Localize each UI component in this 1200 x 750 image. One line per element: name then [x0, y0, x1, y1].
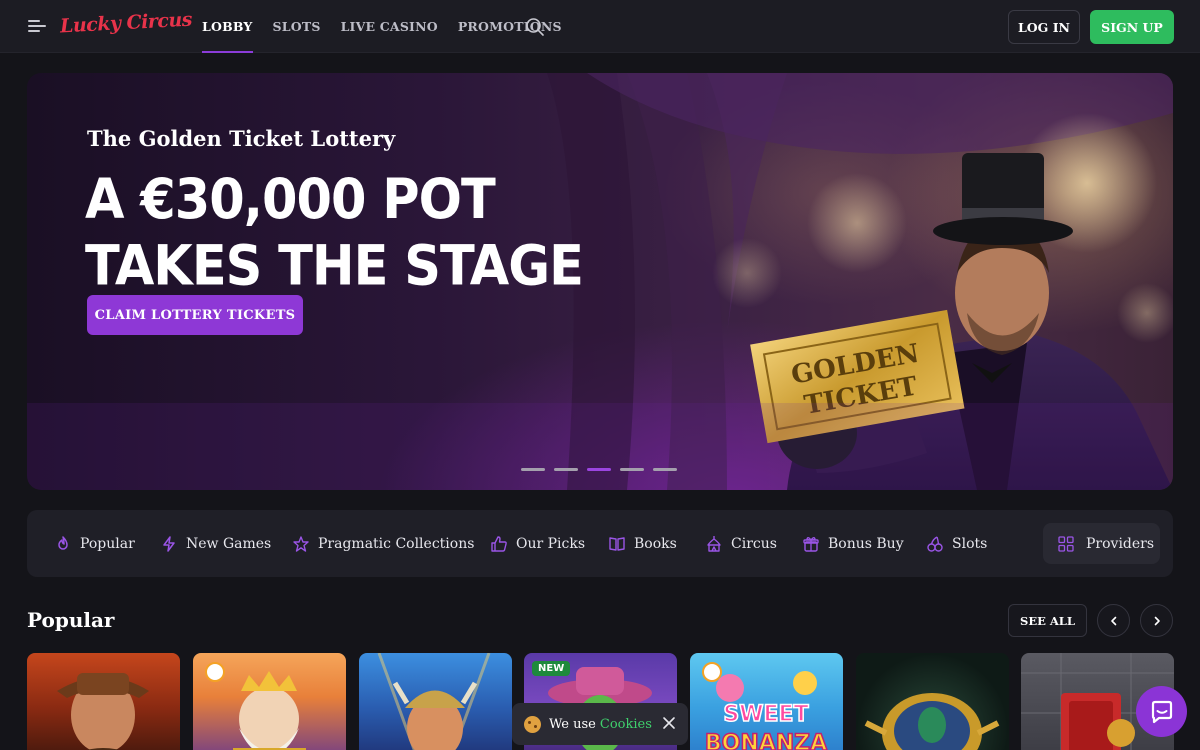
search-icon[interactable]: [525, 17, 545, 37]
live-chat-button[interactable]: [1136, 686, 1187, 737]
nav-live-casino[interactable]: LIVE CASINO: [341, 0, 438, 53]
chevron-left-icon: [1110, 616, 1116, 625]
game-tile[interactable]: [27, 653, 180, 750]
category-new-games[interactable]: New Games: [160, 510, 271, 577]
category-bar: Popular New Games Pragmatic Collections …: [27, 510, 1173, 577]
providers-button[interactable]: Providers: [1043, 523, 1160, 564]
category-label: Pragmatic Collections: [318, 535, 475, 552]
hero-kicker: The Golden Ticket Lottery: [87, 126, 396, 151]
close-icon[interactable]: [662, 716, 676, 730]
svg-text:BONANZA: BONANZA: [705, 731, 827, 750]
cookie-notice: We use Cookies: [512, 703, 688, 745]
circus-tent-icon: [707, 535, 721, 552]
category-popular[interactable]: Popular: [54, 510, 135, 577]
top-header: Lucky Circus LOBBY SLOTS LIVE CASINO PRO…: [0, 0, 1200, 53]
carousel-prev-button[interactable]: [1097, 604, 1130, 637]
pragmatic-play-badge: [205, 662, 225, 682]
hero-title-line-2: TAKES THE STAGE: [85, 235, 584, 299]
carousel-dot[interactable]: [620, 468, 644, 471]
star-icon: [293, 535, 309, 552]
hero-title-line-1: A €30,000 POT: [85, 168, 496, 232]
hero-banner[interactable]: GOLDEN TICKET The Golden Ticket Lottery …: [27, 73, 1173, 490]
carousel-dot[interactable]: [554, 468, 578, 471]
login-button[interactable]: LOG IN: [1008, 10, 1080, 44]
flame-icon: [58, 535, 68, 550]
cookie-text: We use: [549, 716, 596, 732]
cookie-icon: [524, 715, 541, 733]
nav-promotions[interactable]: PROMOTIONS: [458, 0, 562, 53]
chat-bubble-icon: [1151, 700, 1172, 723]
game-artwork: [377, 653, 491, 750]
signup-button[interactable]: SIGN UP: [1090, 10, 1174, 44]
game-tile[interactable]: [193, 653, 346, 750]
category-books[interactable]: Books: [608, 510, 677, 577]
pragmatic-play-badge: [702, 662, 722, 682]
nav-slots[interactable]: SLOTS: [273, 0, 321, 53]
category-label: Books: [634, 535, 677, 552]
hero-title: A €30,000 POT TAKES THE STAGE: [85, 167, 584, 301]
category-our-picks[interactable]: Our Picks: [490, 510, 585, 577]
grid-icon: [1058, 535, 1074, 552]
cookie-link[interactable]: Cookies: [600, 717, 652, 732]
new-badge: NEW: [532, 661, 571, 676]
lightning-icon: [163, 535, 175, 552]
category-slots[interactable]: Slots: [926, 510, 987, 577]
thumbs-up-icon: [491, 535, 507, 552]
carousel-dot-active[interactable]: [587, 468, 611, 471]
category-label: Circus: [731, 535, 777, 552]
category-label: Bonus Buy: [828, 535, 904, 552]
svg-text:SWEET: SWEET: [723, 702, 808, 727]
site-logo[interactable]: Lucky Circus: [60, 9, 193, 38]
game-tile[interactable]: [359, 653, 512, 750]
category-pragmatic-collections[interactable]: Pragmatic Collections: [292, 510, 474, 577]
game-artwork: [57, 673, 149, 750]
claim-lottery-tickets-button[interactable]: CLAIM LOTTERY TICKETS: [87, 295, 303, 335]
category-circus[interactable]: Circus: [705, 510, 777, 577]
game-tile[interactable]: SWEET BONANZA: [690, 653, 843, 750]
carousel-dots: [521, 468, 686, 471]
nav-lobby[interactable]: LOBBY: [202, 0, 253, 53]
carousel-dot[interactable]: [653, 468, 677, 471]
category-bonus-buy[interactable]: Bonus Buy: [802, 510, 904, 577]
category-label: New Games: [186, 535, 272, 552]
carousel-next-button[interactable]: [1140, 604, 1173, 637]
game-tile[interactable]: [856, 653, 1009, 750]
game-artwork: [864, 693, 1000, 750]
providers-label: Providers: [1086, 535, 1155, 552]
category-label: Our Picks: [516, 535, 586, 552]
chevron-right-icon: [1154, 616, 1160, 625]
category-label: Popular: [80, 535, 135, 552]
cherries-icon: [927, 535, 943, 552]
hamburger-menu-icon[interactable]: [28, 18, 46, 34]
see-all-button[interactable]: SEE ALL: [1008, 604, 1087, 637]
book-icon: [609, 536, 625, 551]
section-title-popular: Popular: [27, 608, 115, 632]
carousel-dot[interactable]: [521, 468, 545, 471]
gift-icon: [803, 536, 819, 552]
category-label: Slots: [952, 535, 988, 552]
